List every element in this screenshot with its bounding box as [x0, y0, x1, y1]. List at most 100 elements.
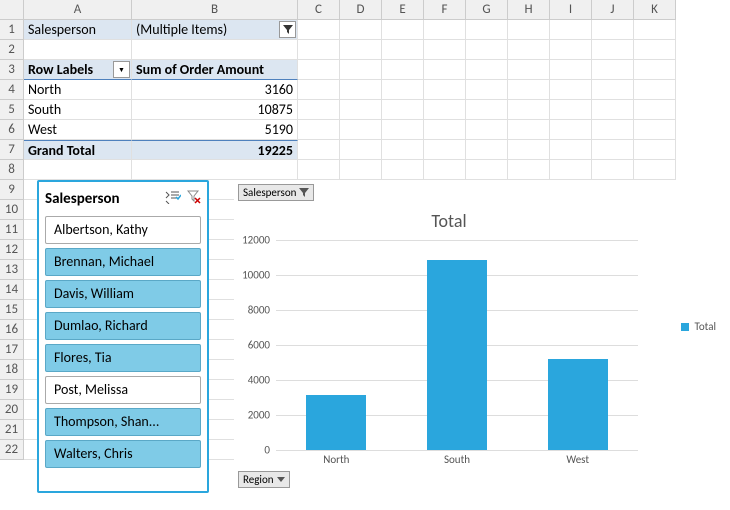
chart-filter-salesperson[interactable]: Salesperson: [238, 184, 314, 201]
slicer-item[interactable]: Walters, Chris: [45, 440, 201, 468]
cell[interactable]: [382, 20, 424, 40]
cell[interactable]: [634, 60, 676, 80]
row-header-14[interactable]: 14: [0, 280, 24, 300]
cell[interactable]: [382, 100, 424, 120]
col-header-F[interactable]: F: [424, 0, 466, 20]
row-header-9[interactable]: 9: [0, 180, 24, 200]
cell[interactable]: [382, 140, 424, 160]
bar[interactable]: [548, 359, 608, 450]
cell[interactable]: [340, 160, 382, 180]
cell[interactable]: [298, 80, 340, 100]
row-header-6[interactable]: 6: [0, 120, 24, 140]
cell[interactable]: [424, 20, 466, 40]
cell[interactable]: [634, 20, 676, 40]
cell[interactable]: [466, 60, 508, 80]
clear-filter-icon[interactable]: [187, 190, 201, 208]
col-header-E[interactable]: E: [382, 0, 424, 20]
slicer-item[interactable]: Davis, William: [45, 280, 201, 308]
col-header-A[interactable]: A: [24, 0, 132, 20]
cell[interactable]: [634, 100, 676, 120]
col-header-C[interactable]: C: [298, 0, 340, 20]
cell[interactable]: [382, 40, 424, 60]
col-header-G[interactable]: G: [466, 0, 508, 20]
cell[interactable]: [634, 120, 676, 140]
cell[interactable]: [382, 60, 424, 80]
row-header-10[interactable]: 10: [0, 200, 24, 220]
slicer-item[interactable]: Thompson, Shan...: [45, 408, 201, 436]
cell[interactable]: [508, 60, 550, 80]
cell[interactable]: [382, 120, 424, 140]
row-header-3[interactable]: 3: [0, 60, 24, 80]
row-header-19[interactable]: 19: [0, 380, 24, 400]
cell[interactable]: [382, 160, 424, 180]
row-header-7[interactable]: 7: [0, 140, 24, 160]
select-all-corner[interactable]: [0, 0, 24, 20]
cell[interactable]: [340, 120, 382, 140]
row-header-16[interactable]: 16: [0, 320, 24, 340]
cell[interactable]: [24, 160, 132, 180]
row-header-13[interactable]: 13: [0, 260, 24, 280]
cell[interactable]: [132, 40, 298, 60]
cell[interactable]: [340, 140, 382, 160]
cell[interactable]: [550, 140, 592, 160]
cell[interactable]: [424, 120, 466, 140]
cell[interactable]: [298, 20, 340, 40]
pivot-row-label[interactable]: North: [24, 80, 132, 100]
row-header-18[interactable]: 18: [0, 360, 24, 380]
pivot-row-value[interactable]: 5190: [132, 120, 298, 140]
cell[interactable]: [634, 80, 676, 100]
cell[interactable]: [634, 160, 676, 180]
cell[interactable]: [550, 160, 592, 180]
col-header-B[interactable]: B: [132, 0, 298, 20]
slicer-item[interactable]: Post, Melissa: [45, 376, 201, 404]
pivot-row-value[interactable]: 10875: [132, 100, 298, 120]
cell[interactable]: [592, 120, 634, 140]
cell[interactable]: [424, 100, 466, 120]
cell[interactable]: [550, 100, 592, 120]
cell[interactable]: [466, 100, 508, 120]
cell[interactable]: [340, 40, 382, 60]
cell[interactable]: [592, 80, 634, 100]
cell[interactable]: [592, 40, 634, 60]
cell[interactable]: [592, 60, 634, 80]
cell[interactable]: [508, 160, 550, 180]
pivot-total-value[interactable]: 19225: [132, 140, 298, 160]
cell[interactable]: [424, 60, 466, 80]
cell[interactable]: [424, 40, 466, 60]
cell[interactable]: [508, 140, 550, 160]
pivot-value-header[interactable]: Sum of Order Amount: [132, 60, 298, 80]
row-header-15[interactable]: 15: [0, 300, 24, 320]
row-header-2[interactable]: 2: [0, 40, 24, 60]
cell[interactable]: [508, 80, 550, 100]
cell[interactable]: [592, 140, 634, 160]
slicer-item[interactable]: Flores, Tia: [45, 344, 201, 372]
cell[interactable]: [550, 80, 592, 100]
cell[interactable]: [466, 140, 508, 160]
cell[interactable]: [592, 20, 634, 40]
pivot-chart[interactable]: Salesperson Region Total 020004000600080…: [234, 180, 726, 492]
cell[interactable]: [298, 120, 340, 140]
pivot-row-label[interactable]: South: [24, 100, 132, 120]
cell[interactable]: [466, 160, 508, 180]
cell[interactable]: [424, 140, 466, 160]
row-header-8[interactable]: 8: [0, 160, 24, 180]
row-header-17[interactable]: 17: [0, 340, 24, 360]
slicer-item[interactable]: Dumlao, Richard: [45, 312, 201, 340]
row-header-4[interactable]: 4: [0, 80, 24, 100]
cell[interactable]: [24, 40, 132, 60]
cell[interactable]: [298, 160, 340, 180]
cell[interactable]: [508, 100, 550, 120]
cell[interactable]: [132, 160, 298, 180]
cell[interactable]: [508, 120, 550, 140]
cell[interactable]: [298, 140, 340, 160]
col-header-I[interactable]: I: [550, 0, 592, 20]
cell[interactable]: [550, 20, 592, 40]
cell[interactable]: [340, 20, 382, 40]
cell[interactable]: [340, 100, 382, 120]
row-header-22[interactable]: 22: [0, 440, 24, 460]
col-header-J[interactable]: J: [592, 0, 634, 20]
bar[interactable]: [427, 260, 487, 450]
pivot-filter-value[interactable]: (Multiple Items): [132, 20, 298, 40]
row-header-20[interactable]: 20: [0, 400, 24, 420]
cell[interactable]: [424, 160, 466, 180]
